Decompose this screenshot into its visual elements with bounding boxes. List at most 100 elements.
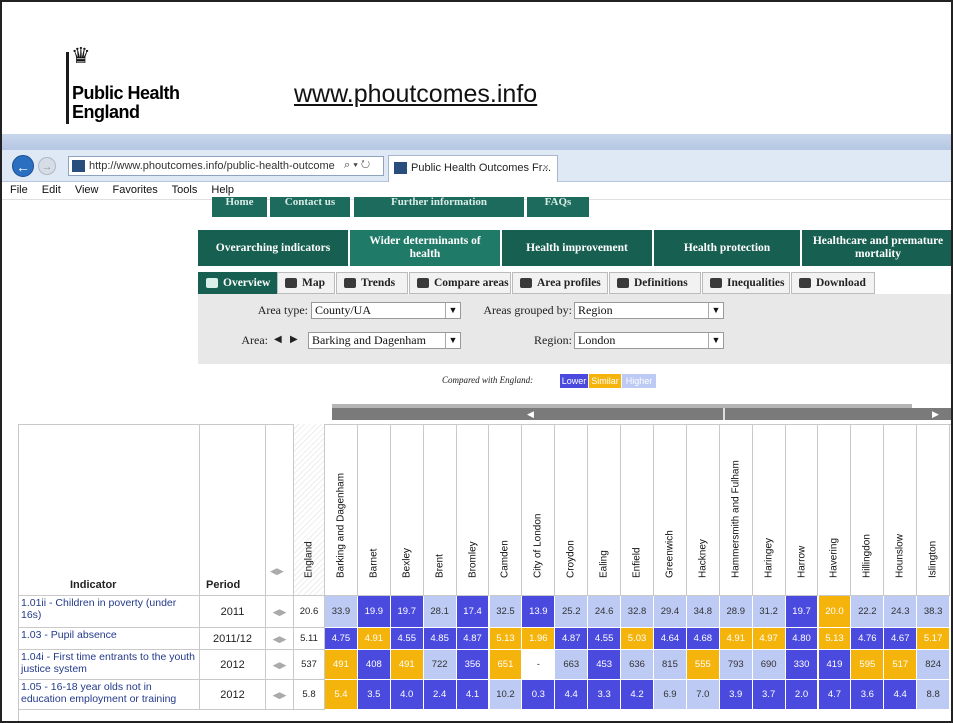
area-value-cell[interactable]: 2.4 xyxy=(423,680,457,710)
area-value-cell[interactable]: 4.0 xyxy=(390,680,424,710)
area-value-cell[interactable]: 19.9 xyxy=(357,596,391,628)
area-header-cell[interactable]: City of London xyxy=(522,424,556,596)
area-value-cell[interactable]: 663 xyxy=(555,650,589,680)
region-select[interactable]: London ▼ xyxy=(574,332,724,349)
menu-favorites[interactable]: Favorites xyxy=(113,184,158,196)
previous-area-icon[interactable]: ◀ xyxy=(274,334,282,345)
area-value-cell[interactable]: 25.2 xyxy=(555,596,589,628)
view-tab-compare-areas[interactable]: Compare areas xyxy=(409,272,511,294)
indicator-name[interactable]: 1.01ii - Children in poverty (under 16s) xyxy=(18,596,200,628)
area-header-cell[interactable]: Hounslow xyxy=(884,424,918,596)
scroll-left-icon[interactable]: ◀ xyxy=(527,408,534,420)
view-tab-trends[interactable]: Trends xyxy=(336,272,408,294)
area-value-cell[interactable]: 330 xyxy=(785,650,819,680)
area-value-cell[interactable]: 824 xyxy=(917,650,951,680)
indicator-name[interactable]: 1.05 - 16-18 year olds not in education … xyxy=(18,680,200,710)
view-tab-inequalities[interactable]: Inequalities xyxy=(702,272,790,294)
area-header-cell[interactable]: Haringey xyxy=(752,424,786,596)
area-value-cell[interactable]: 4.1 xyxy=(456,680,490,710)
row-arrows-icon[interactable]: ◀▶ xyxy=(266,628,294,650)
row-arrows-icon[interactable]: ◀▶ xyxy=(266,650,294,680)
menu-file[interactable]: File xyxy=(10,184,28,196)
area-value-cell[interactable]: 33.9 xyxy=(325,596,358,628)
refresh-icon[interactable]: ↻ xyxy=(361,159,370,171)
area-value-cell[interactable]: 5.13 xyxy=(818,628,852,650)
area-value-cell[interactable]: - xyxy=(522,650,556,680)
area-header-cell[interactable]: Barnet xyxy=(357,424,391,596)
area-value-cell[interactable]: 4.80 xyxy=(785,628,819,650)
menu-view[interactable]: View xyxy=(75,184,99,196)
area-value-cell[interactable]: 4.87 xyxy=(555,628,589,650)
domain-tab-health-protection[interactable]: Health protection xyxy=(654,230,800,266)
area-value-cell[interactable]: 0.3 xyxy=(522,680,556,710)
area-value-cell[interactable]: 4.4 xyxy=(884,680,918,710)
area-header-cell[interactable]: Greenwich xyxy=(654,424,687,596)
browser-tab[interactable]: Public Health Outcomes Fr... × xyxy=(388,155,558,182)
area-header-cell[interactable]: Harrow xyxy=(785,424,819,596)
area-value-cell[interactable]: 722 xyxy=(423,650,457,680)
indicator-name[interactable]: 1.04i - First time entrants to the youth… xyxy=(18,650,200,680)
area-header-cell[interactable]: Brent xyxy=(423,424,457,596)
area-value-cell[interactable]: 4.2 xyxy=(621,680,654,710)
area-value-cell[interactable]: 4.97 xyxy=(752,628,786,650)
area-value-cell[interactable]: 28.1 xyxy=(423,596,457,628)
area-value-cell[interactable]: 636 xyxy=(621,650,654,680)
area-value-cell[interactable]: 7.0 xyxy=(686,680,720,710)
row-arrows-icon[interactable]: ◀▶ xyxy=(266,596,294,628)
close-tab-icon[interactable]: × xyxy=(543,156,549,180)
domain-tab-healthcare[interactable]: Healthcare and premature mortality xyxy=(802,230,951,266)
area-value-cell[interactable]: 595 xyxy=(851,650,885,680)
area-value-cell[interactable]: 6.9 xyxy=(654,680,687,710)
view-tab-map[interactable]: Map xyxy=(277,272,335,294)
area-value-cell[interactable]: 3.7 xyxy=(752,680,786,710)
area-value-cell[interactable]: 19.7 xyxy=(785,596,819,628)
area-value-cell[interactable]: 4.68 xyxy=(686,628,720,650)
area-value-cell[interactable]: 4.55 xyxy=(390,628,424,650)
forward-arrow-icon[interactable]: → xyxy=(38,157,56,175)
indicator-header[interactable]: Indicator xyxy=(70,579,116,591)
site-tab-further-info[interactable]: Further information xyxy=(354,197,524,217)
site-tab-home[interactable]: Home xyxy=(212,197,267,217)
area-type-select[interactable]: County/UA ▼ xyxy=(311,302,461,319)
indicator-name[interactable]: 1.03 - Pupil absence xyxy=(18,628,200,650)
area-value-cell[interactable]: 453 xyxy=(588,650,622,680)
area-header-cell[interactable]: Enfield xyxy=(621,424,654,596)
area-value-cell[interactable]: 4.85 xyxy=(423,628,457,650)
area-header-cell[interactable]: Hammersmith and Fulham xyxy=(719,424,753,596)
area-value-cell[interactable]: 5.03 xyxy=(621,628,654,650)
area-value-cell[interactable]: 29.4 xyxy=(654,596,687,628)
site-tab-faqs[interactable]: FAQs xyxy=(527,197,589,217)
area-value-cell[interactable]: 4.76 xyxy=(851,628,885,650)
area-header-cell[interactable]: Croydon xyxy=(555,424,589,596)
area-value-cell[interactable]: 4.91 xyxy=(357,628,391,650)
area-header-cell[interactable]: Bromley xyxy=(456,424,490,596)
area-value-cell[interactable]: 1.96 xyxy=(522,628,556,650)
grouped-by-select[interactable]: Region ▼ xyxy=(574,302,724,319)
area-value-cell[interactable]: 5.13 xyxy=(489,628,523,650)
area-header-cell[interactable]: Islington xyxy=(917,424,951,596)
area-value-cell[interactable]: 4.64 xyxy=(654,628,687,650)
domain-tab-health-improvement[interactable]: Health improvement xyxy=(502,230,652,266)
view-tab-overview[interactable]: Overview xyxy=(198,272,284,294)
area-value-cell[interactable]: 24.3 xyxy=(884,596,918,628)
area-value-cell[interactable]: 4.87 xyxy=(456,628,490,650)
area-value-cell[interactable]: 2.0 xyxy=(785,680,819,710)
area-value-cell[interactable]: 20.0 xyxy=(818,596,852,628)
area-value-cell[interactable]: 815 xyxy=(654,650,687,680)
view-tab-area-profiles[interactable]: Area profiles xyxy=(512,272,608,294)
domain-tab-overarching[interactable]: Overarching indicators xyxy=(198,230,348,266)
area-value-cell[interactable]: 4.55 xyxy=(588,628,622,650)
area-value-cell[interactable]: 4.4 xyxy=(555,680,589,710)
area-header-cell[interactable]: Ealing xyxy=(588,424,622,596)
menu-edit[interactable]: Edit xyxy=(42,184,61,196)
area-value-cell[interactable]: 3.3 xyxy=(588,680,622,710)
area-value-cell[interactable]: 19.7 xyxy=(390,596,424,628)
area-value-cell[interactable]: 5.4 xyxy=(325,680,358,710)
area-value-cell[interactable]: 793 xyxy=(719,650,753,680)
area-value-cell[interactable]: 31.2 xyxy=(752,596,786,628)
view-tab-download[interactable]: Download xyxy=(791,272,875,294)
area-value-cell[interactable]: 651 xyxy=(489,650,523,680)
area-value-cell[interactable]: 4.7 xyxy=(818,680,852,710)
area-value-cell[interactable]: 13.9 xyxy=(522,596,556,628)
sort-arrows-icon[interactable]: ◀▶ xyxy=(270,566,284,577)
